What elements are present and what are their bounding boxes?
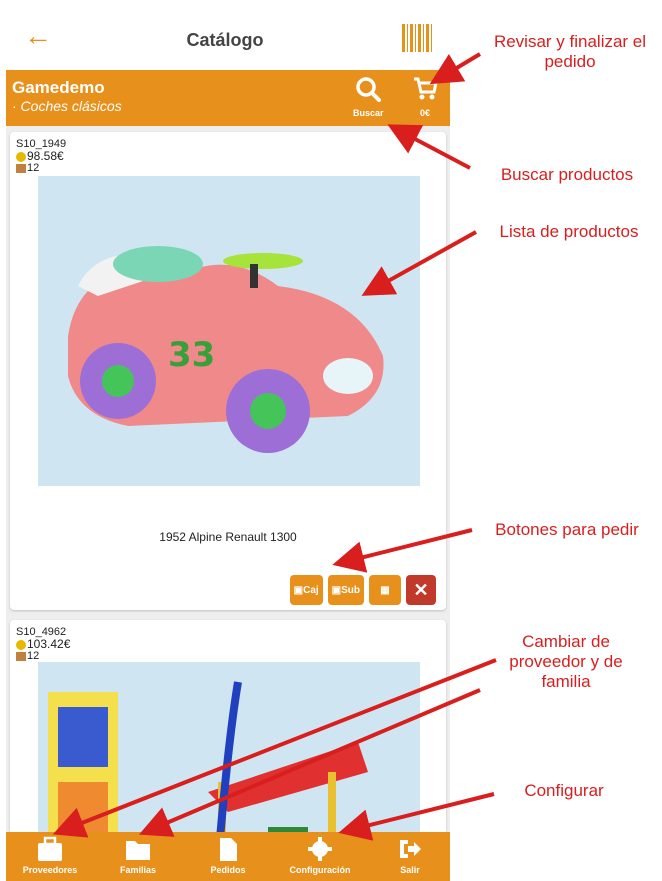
annotation-arrows <box>52 52 497 841</box>
